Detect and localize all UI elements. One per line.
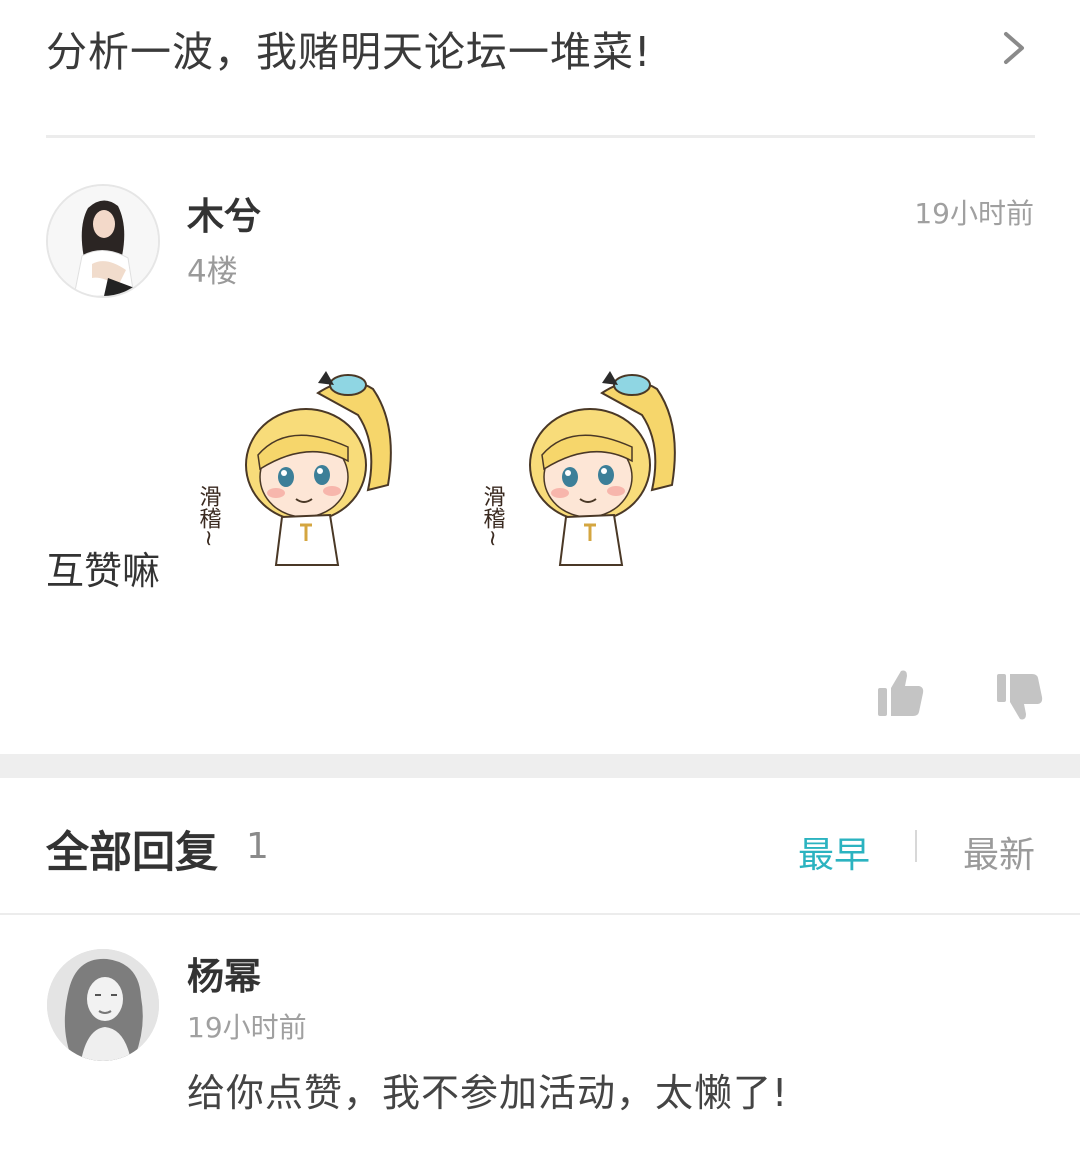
avatar-portrait-icon: [47, 949, 159, 1061]
thumbs-up-icon[interactable]: [876, 668, 924, 718]
avatar[interactable]: [46, 184, 160, 298]
thread-title[interactable]: 分析一波，我赌明天论坛一堆菜!: [46, 18, 651, 78]
avatar[interactable]: [47, 949, 159, 1061]
sticker-caption: 滑稽~: [198, 485, 222, 547]
chevron-right-icon[interactable]: [998, 28, 1030, 68]
reply-username[interactable]: 杨幂: [187, 946, 261, 1000]
thumbs-down-icon[interactable]: [995, 672, 1043, 722]
reply-text: 给你点赞，我不参加活动，太懒了!: [187, 1071, 789, 1115]
divider: [46, 135, 1035, 138]
sticker-caption: 滑稽~: [482, 485, 506, 547]
post-text: 互赞嘛: [46, 549, 161, 593]
replies-count: 1: [246, 826, 269, 867]
post-timestamp: 19小时前: [914, 197, 1034, 230]
replies-section-title: 全部回复: [46, 828, 218, 878]
section-separator: [0, 754, 1080, 778]
floor-number: 4楼: [187, 254, 238, 290]
sort-divider: [915, 830, 917, 862]
huaji-sticker-image: 滑稽~: [482, 371, 676, 566]
sort-earliest-tab[interactable]: 最早: [798, 826, 870, 878]
divider: [0, 913, 1080, 915]
reply-timestamp: 19小时前: [187, 1011, 307, 1044]
huaji-sticker-image: 滑稽~: [198, 371, 392, 566]
post-username[interactable]: 木兮: [187, 186, 261, 240]
sort-latest-tab[interactable]: 最新: [963, 826, 1035, 878]
avatar-portrait-icon: [48, 186, 158, 296]
